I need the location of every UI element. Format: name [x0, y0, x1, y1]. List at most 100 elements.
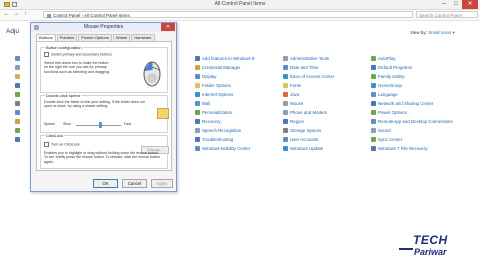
switch-buttons-row[interactable]: Switch primary and secondary buttons [44, 52, 114, 57]
forward-button[interactable]: → [13, 11, 19, 17]
item-icon[interactable] [15, 74, 20, 79]
view-by[interactable]: View by: Small icons ▾ [410, 30, 455, 36]
address-field[interactable]: Control Panel › All Control Panel Items [43, 11, 413, 18]
internet-icon [195, 92, 200, 98]
search-input[interactable]: Search Control Panel [416, 11, 478, 18]
item-family-safety[interactable]: Family Safety [371, 74, 405, 80]
item-language[interactable]: Language [371, 92, 398, 98]
item-troubleshooting[interactable]: Troubleshooting [195, 137, 233, 143]
item-sync-center[interactable]: Sync Center [371, 137, 402, 143]
item-autoplay[interactable]: AutoPlay [371, 56, 396, 62]
clicklock-checkbox[interactable] [44, 142, 49, 147]
speaker-icon [371, 128, 376, 134]
tab-pointers[interactable]: Pointers [56, 34, 78, 41]
dialog-close-button[interactable]: ✕ [161, 23, 175, 31]
item-mail[interactable]: Mail [195, 101, 210, 107]
item-phone-and-modem[interactable]: Phone and Modem [283, 110, 327, 116]
close-button[interactable]: ✕ [462, 0, 478, 9]
item-fonts[interactable]: Fonts [283, 83, 301, 89]
item-credential-manager[interactable]: Credential Manager [195, 65, 241, 71]
item-icon[interactable] [15, 137, 20, 142]
microphone-icon [195, 128, 200, 134]
tab-wheel[interactable]: Wheel [112, 34, 131, 41]
display-icon [195, 74, 200, 80]
item-icon[interactable] [15, 119, 20, 124]
network-icon [371, 101, 376, 107]
remote-desktop-icon [371, 119, 376, 125]
item-network-sharing[interactable]: Network and Sharing Center [371, 101, 433, 107]
button-configuration-label: Button configuration [45, 45, 83, 50]
item-sound[interactable]: Sound [371, 128, 391, 134]
ok-button[interactable]: OK [93, 179, 118, 188]
maximize-button[interactable]: □ [450, 0, 462, 9]
double-click-speed-slider-thumb[interactable] [99, 122, 102, 128]
mouse-image-icon [143, 61, 161, 87]
item-icon[interactable] [15, 65, 20, 70]
item-windows-update[interactable]: Windows Update [283, 146, 323, 152]
item-region[interactable]: Region [283, 119, 304, 125]
item-icon[interactable] [15, 92, 20, 97]
ease-of-access-icon [283, 74, 288, 80]
item-icon[interactable] [15, 128, 20, 133]
speed-label: Speed: [44, 122, 56, 126]
minimize-button[interactable]: – [438, 0, 450, 9]
view-by-value[interactable]: Small icons ▾ [428, 30, 455, 35]
clicklock-row[interactable]: Turn on ClickLock [44, 142, 80, 147]
tab-hardware[interactable]: Hardware [131, 34, 155, 41]
windows-icon [195, 56, 200, 62]
update-icon [283, 146, 288, 152]
item-display[interactable]: Display [195, 74, 216, 80]
item-remoteapp[interactable]: RemoteApp and Desktop Connections [371, 119, 453, 125]
item-homegroup[interactable]: HomeGroup [371, 83, 402, 89]
item-administrative-tools[interactable]: Administrative Tools [283, 56, 329, 62]
fonts-icon [283, 83, 288, 89]
tab-pointer-options[interactable]: Pointer Options [78, 34, 112, 41]
sync-icon [371, 137, 376, 143]
item-storage-spaces[interactable]: Storage Spaces [283, 128, 321, 134]
dialog-title: Mouse Properties [83, 24, 124, 30]
item-internet-options[interactable]: Internet Options [195, 92, 233, 98]
java-icon [283, 92, 288, 98]
switch-buttons-checkbox[interactable] [44, 52, 49, 57]
double-click-speed-label: Double-click speed [45, 93, 81, 98]
mail-icon [195, 101, 200, 107]
phone-icon [283, 110, 288, 116]
item-add-features[interactable]: Add features to Windows 8 [195, 56, 254, 62]
item-windows-7-file-recovery[interactable]: Windows 7 File Recovery [371, 146, 428, 152]
apply-button[interactable]: Apply [151, 179, 173, 188]
item-date-and-time[interactable]: Date and Time [283, 65, 319, 71]
window-title: All Control Panel Items [214, 1, 266, 7]
watermark-stroke [399, 248, 413, 250]
item-icon[interactable] [15, 83, 20, 88]
user-icon [283, 137, 288, 143]
item-default-programs[interactable]: Default Programs [371, 65, 412, 71]
item-folder-options[interactable]: Folder Options [195, 83, 231, 89]
item-mouse[interactable]: Mouse [283, 101, 303, 107]
globe-icon [283, 119, 288, 125]
mouse-icon [283, 101, 288, 107]
cancel-button[interactable]: Cancel [122, 179, 147, 188]
view-by-label: View by: [410, 30, 427, 35]
back-button[interactable]: ← [4, 11, 10, 17]
mobility-icon [195, 146, 200, 152]
item-icon[interactable] [15, 101, 20, 106]
item-ease-of-access[interactable]: Ease of Access Center [283, 74, 334, 80]
window-titlebar: All Control Panel Items – □ ✕ [0, 0, 480, 10]
item-java[interactable]: Java [283, 92, 299, 98]
button-configuration-group: Button configuration Switch primary and … [40, 45, 168, 93]
test-folder-icon[interactable] [157, 108, 169, 119]
search-placeholder: Search Control Panel [419, 13, 462, 18]
address-path: Control Panel › All Control Panel Items [53, 13, 130, 18]
up-button[interactable]: ↑ [24, 11, 27, 17]
mouse-properties-dialog: Mouse Properties ✕ Buttons Pointers Poin… [30, 22, 177, 192]
item-icon[interactable] [15, 56, 20, 61]
item-speech-recognition[interactable]: Speech Recognition [195, 128, 241, 134]
item-windows-mobility-center[interactable]: Windows Mobility Center [195, 146, 250, 152]
item-power-options[interactable]: Power Options [371, 110, 407, 116]
clock-icon [283, 65, 288, 71]
personalization-icon [195, 110, 200, 116]
item-personalization[interactable]: Personalization [195, 110, 232, 116]
item-icon[interactable] [15, 110, 20, 115]
item-recovery[interactable]: Recovery [195, 119, 221, 125]
item-user-accounts[interactable]: User Accounts [283, 137, 318, 143]
